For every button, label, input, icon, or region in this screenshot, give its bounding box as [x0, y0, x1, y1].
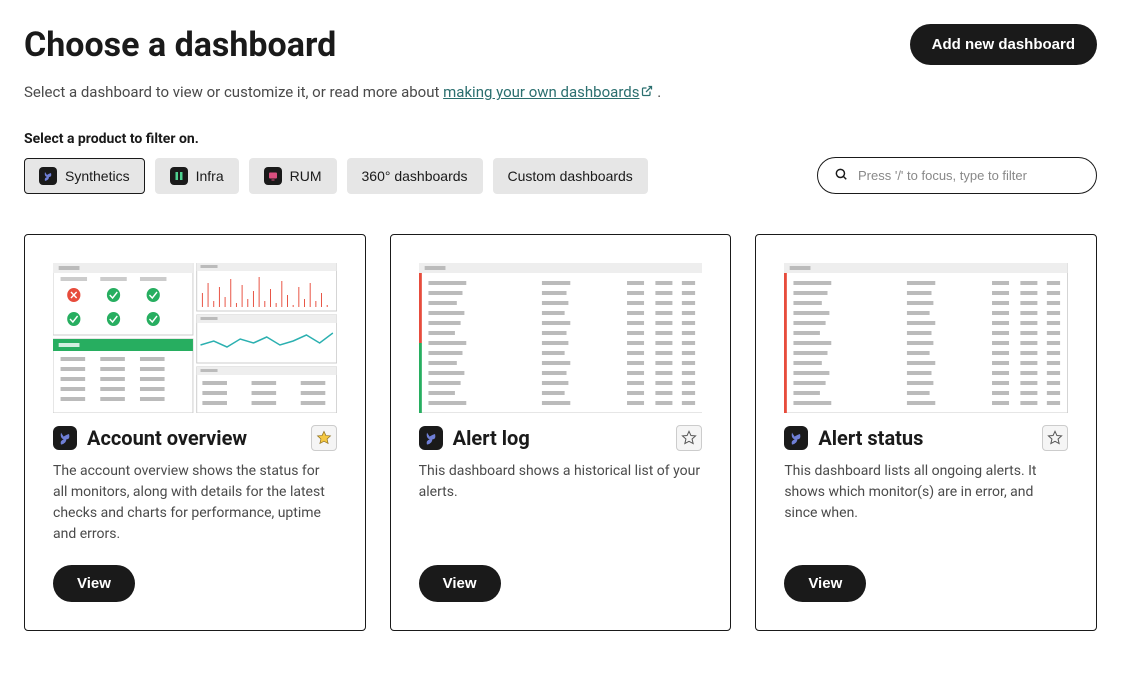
- favorite-button[interactable]: [311, 425, 337, 451]
- add-new-dashboard-button[interactable]: Add new dashboard: [910, 24, 1097, 65]
- favorite-button[interactable]: [1042, 425, 1068, 451]
- star-icon: [681, 430, 697, 446]
- card-description: This dashboard lists all ongoing alerts.…: [784, 461, 1068, 545]
- thumbnail-alert-status: [784, 263, 1068, 413]
- intro-text: Select a dashboard to view or customize …: [24, 83, 1097, 101]
- card-title: Alert log: [453, 426, 530, 450]
- favorite-button[interactable]: [676, 425, 702, 451]
- card-alert-log: Alert log This dashboard shows a histori…: [390, 234, 732, 631]
- synthetics-icon: [419, 426, 443, 450]
- synthetics-icon: [784, 426, 808, 450]
- view-button[interactable]: View: [419, 565, 501, 602]
- search-box[interactable]: [817, 157, 1097, 194]
- rum-icon: [264, 167, 282, 185]
- cards-grid: Account overview The account overview sh…: [24, 234, 1097, 631]
- filter-label: Select a product to filter on.: [24, 131, 1097, 147]
- filter-rum[interactable]: RUM: [249, 158, 337, 194]
- intro-suffix: .: [653, 83, 661, 101]
- filter-buttons: Synthetics Infra RUM 360° dashboards Cus…: [24, 158, 648, 194]
- card-description: This dashboard shows a historical list o…: [419, 461, 703, 545]
- filter-synthetics[interactable]: Synthetics: [24, 158, 145, 194]
- intro-prefix: Select a dashboard to view or customize …: [24, 83, 443, 101]
- view-button[interactable]: View: [53, 565, 135, 602]
- card-title: Account overview: [87, 426, 247, 450]
- search-input[interactable]: [856, 167, 1080, 184]
- external-link-icon: [641, 83, 653, 101]
- view-button[interactable]: View: [784, 565, 866, 602]
- card-alert-status: Alert status This dashboard lists all on…: [755, 234, 1097, 631]
- filter-infra[interactable]: Infra: [155, 158, 239, 194]
- star-icon: [316, 430, 332, 446]
- filter-custom[interactable]: Custom dashboards: [493, 158, 648, 194]
- synthetics-icon: [39, 167, 57, 185]
- thumbnail-alert-log: [419, 263, 703, 413]
- card-title: Alert status: [818, 426, 923, 450]
- card-description: The account overview shows the status fo…: [53, 461, 337, 545]
- star-icon: [1047, 430, 1063, 446]
- card-account-overview: Account overview The account overview sh…: [24, 234, 366, 631]
- thumbnail-account-overview: [53, 263, 337, 413]
- page-title: Choose a dashboard: [24, 25, 336, 65]
- synthetics-icon: [53, 426, 77, 450]
- making-dashboards-link[interactable]: making your own dashboards: [443, 83, 639, 101]
- filter-360[interactable]: 360° dashboards: [347, 158, 483, 194]
- search-icon: [834, 166, 848, 185]
- infra-icon: [170, 167, 188, 185]
